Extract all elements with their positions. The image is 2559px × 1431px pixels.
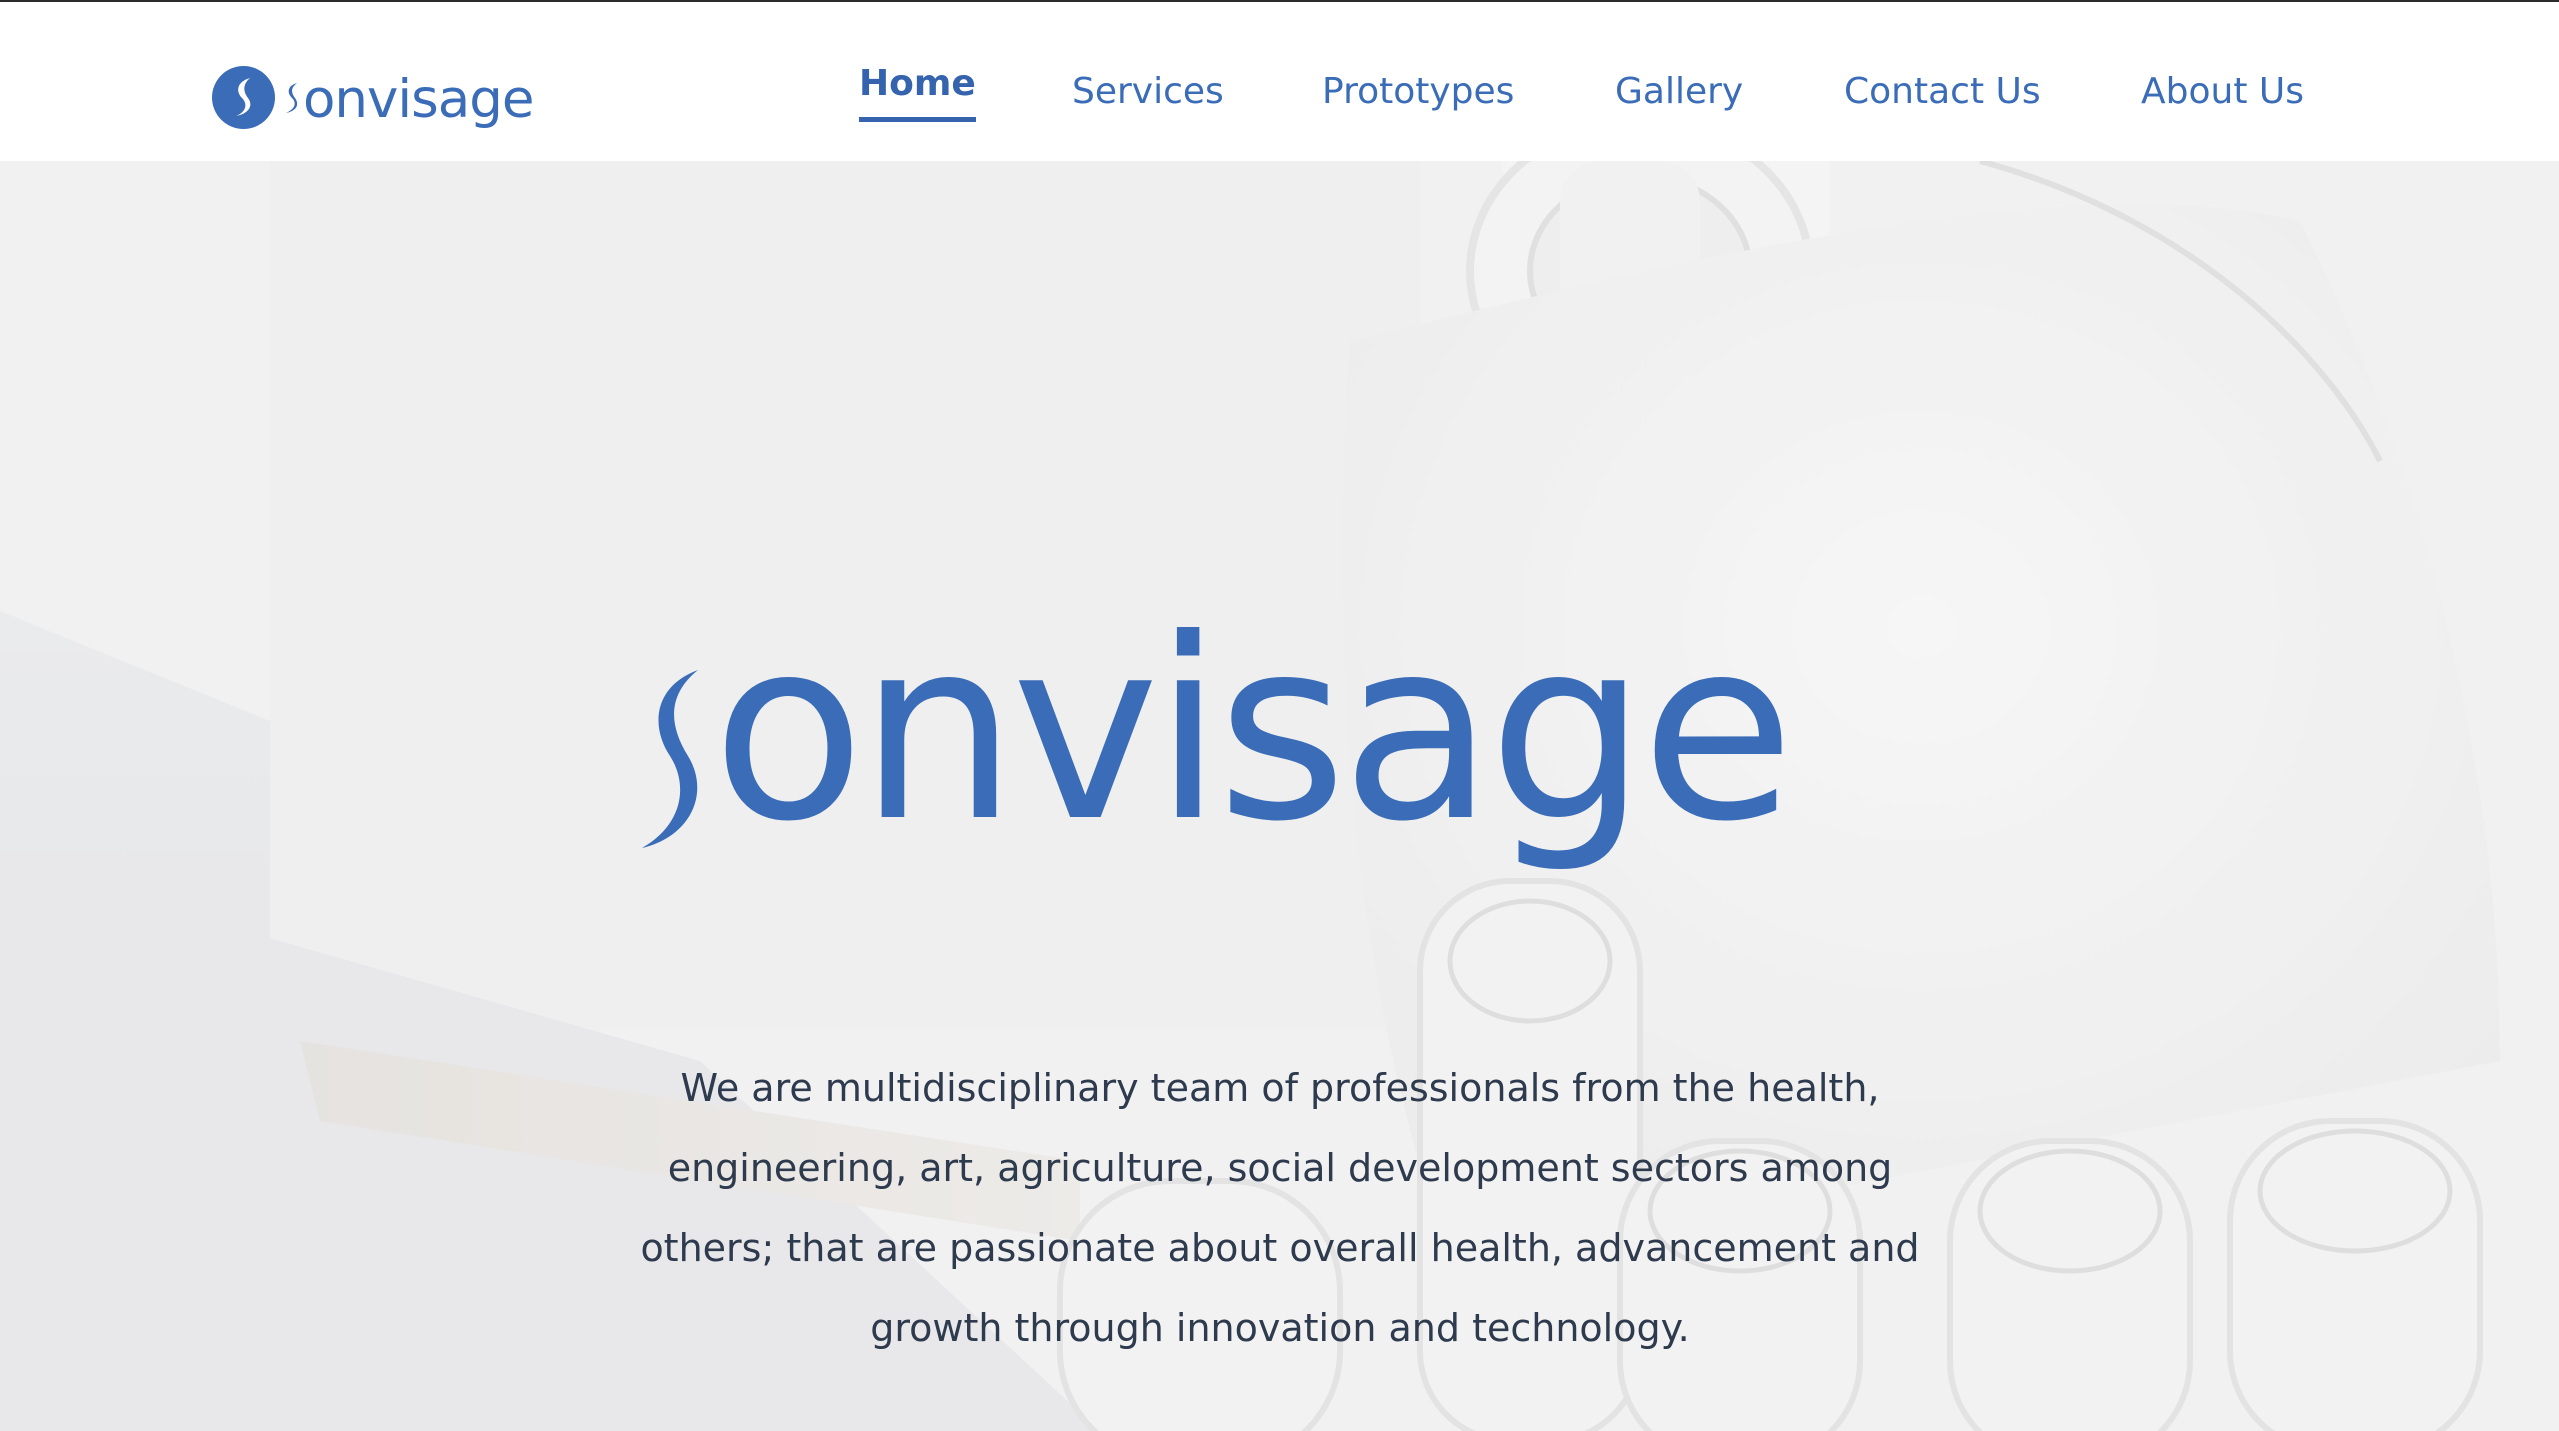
nav-home-label: Home — [859, 63, 976, 104]
page: onvisage Home Services Prototypes Galler… — [0, 0, 2559, 1431]
nav-services[interactable]: Services — [1072, 74, 1224, 110]
hero-wordmark-text: onvisage — [712, 585, 1795, 876]
nav-gallery[interactable]: Gallery — [1615, 74, 1743, 110]
hero-section: onvisage We are multidisciplinary team o… — [0, 161, 2559, 1431]
nav-active-underline — [859, 117, 976, 122]
site-header: onvisage Home Services Prototypes Galler… — [0, 2, 2559, 161]
hero-wordmark: onvisage — [636, 606, 1926, 1056]
hero-tagline: We are multidisciplinary team of profess… — [640, 1066, 1920, 1350]
nav-about-us[interactable]: About Us — [2141, 74, 2304, 110]
main-nav: Home Services Prototypes Gallery Contact… — [0, 2, 2559, 161]
nav-contact-us-label: Contact Us — [1844, 71, 2041, 112]
nav-gallery-label: Gallery — [1615, 71, 1744, 112]
hero-swash-icon — [636, 606, 706, 858]
nav-prototypes[interactable]: Prototypes — [1322, 74, 1514, 110]
nav-services-label: Services — [1072, 71, 1224, 112]
nav-prototypes-label: Prototypes — [1322, 71, 1515, 112]
nav-home[interactable]: Home — [859, 63, 976, 122]
nav-about-us-label: About Us — [2141, 71, 2304, 112]
nav-contact-us[interactable]: Contact Us — [1844, 74, 2041, 110]
